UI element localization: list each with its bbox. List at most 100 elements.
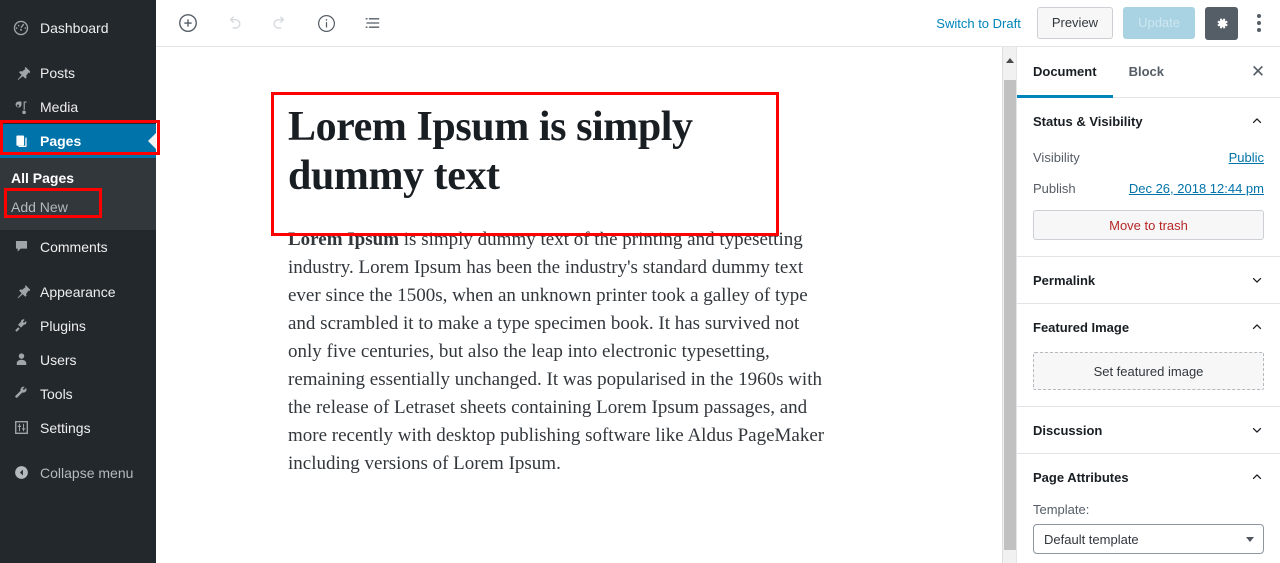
chevron-down-icon <box>1246 537 1254 542</box>
collapse-icon <box>11 463 31 483</box>
panel-header-discussion[interactable]: Discussion <box>1017 407 1280 453</box>
menu-spacer-2 <box>0 264 156 275</box>
panel-body-featured-image: Set featured image <box>1017 350 1280 406</box>
sidebar-item-appearance[interactable]: Appearance <box>0 275 156 309</box>
post-paragraph-block[interactable]: Lorem Ipsum is simply dummy text of the … <box>272 212 852 478</box>
content-info-button[interactable] <box>308 5 344 41</box>
visibility-label: Visibility <box>1033 150 1080 165</box>
panel-title: Permalink <box>1033 272 1096 288</box>
chevron-up-icon <box>1250 114 1264 128</box>
sidebar-item-users[interactable]: Users <box>0 343 156 377</box>
sidebar-item-tools[interactable]: Tools <box>0 377 156 411</box>
pages-submenu: All Pages Add New <box>0 158 156 230</box>
sidebar-item-pages[interactable]: Pages <box>0 124 156 158</box>
editor-body: Lorem Ipsum is simply dummy text Lorem I… <box>156 47 1280 563</box>
panel-body-page-attributes: Template: Default template <box>1017 500 1280 563</box>
sidebar-item-label: Plugins <box>40 317 86 334</box>
dashboard-icon <box>11 18 31 38</box>
menu-spacer-3 <box>0 445 156 456</box>
settings-sidebar: Document Block ✕ Status & Visibility Vis… <box>1016 47 1280 563</box>
gear-icon[interactable] <box>1205 6 1238 40</box>
sidebar-item-label: Settings <box>40 419 91 436</box>
panel-title: Discussion <box>1033 422 1103 438</box>
switch-to-draft-link[interactable]: Switch to Draft <box>930 16 1027 31</box>
panel-permalink: Permalink <box>1017 257 1280 304</box>
dot-3 <box>1257 28 1261 32</box>
menu-spacer-1 <box>0 45 156 56</box>
panel-header-page-attributes[interactable]: Page Attributes <box>1017 454 1280 500</box>
panel-body-status-visibility: Visibility Public Publish Dec 26, 2018 1… <box>1017 144 1280 256</box>
tab-block[interactable]: Block <box>1113 47 1180 98</box>
panel-status-visibility: Status & Visibility Visibility Public Pu… <box>1017 98 1280 257</box>
tab-document[interactable]: Document <box>1017 47 1113 98</box>
sidebar-item-label: Appearance <box>40 283 116 300</box>
media-icon <box>11 97 31 117</box>
scrollbar-thumb[interactable] <box>1004 80 1016 550</box>
sidebar-item-dashboard[interactable]: Dashboard <box>0 11 156 45</box>
sidebar-item-media[interactable]: Media <box>0 90 156 124</box>
publish-date-link[interactable]: Dec 26, 2018 12:44 pm <box>1129 181 1264 196</box>
move-to-trash-button[interactable]: Move to trash <box>1033 210 1264 240</box>
submenu-item-add-new[interactable]: Add New <box>0 193 156 222</box>
sidebar-item-collapse-menu[interactable]: Collapse menu <box>0 456 156 490</box>
block-navigation-button[interactable] <box>354 5 390 41</box>
row-visibility: Visibility Public <box>1033 144 1264 175</box>
comments-icon <box>11 237 31 257</box>
update-button[interactable]: Update <box>1123 7 1195 39</box>
chevron-up-icon <box>1250 320 1264 334</box>
plugins-icon <box>11 316 31 336</box>
content-scrollbar[interactable] <box>1002 47 1016 563</box>
template-select[interactable]: Default template <box>1033 524 1264 554</box>
sidebar-item-label: Tools <box>40 385 73 402</box>
sidebar-item-label: Dashboard <box>40 20 109 36</box>
post-inner: Lorem Ipsum is simply dummy text Lorem I… <box>272 93 852 478</box>
sidebar-item-label: Collapse menu <box>40 464 134 481</box>
appearance-icon <box>11 282 31 302</box>
sidebar-item-settings[interactable]: Settings <box>0 411 156 445</box>
chevron-up-icon <box>1250 470 1264 484</box>
sidebar-item-posts[interactable]: Posts <box>0 56 156 90</box>
panel-page-attributes: Page Attributes Template: Default templa… <box>1017 454 1280 563</box>
submenu-item-all-pages[interactable]: All Pages <box>0 164 156 193</box>
add-block-button[interactable] <box>170 5 206 41</box>
sidebar-item-comments[interactable]: Comments <box>0 230 156 264</box>
panel-discussion: Discussion <box>1017 407 1280 454</box>
scroll-up-arrow-icon[interactable] <box>1003 47 1016 74</box>
sidebar-item-label: Media <box>40 99 79 115</box>
chevron-down-icon <box>1250 273 1264 287</box>
dot-2 <box>1257 21 1261 25</box>
triangle-up-icon <box>1005 58 1014 63</box>
dot-1 <box>1257 14 1261 18</box>
template-label: Template: <box>1033 502 1090 517</box>
admin-sidebar: Dashboard Posts Media Pages All Pages Ad… <box>0 0 156 563</box>
sidebar-item-plugins[interactable]: Plugins <box>0 309 156 343</box>
pages-icon <box>11 131 31 151</box>
current-menu-pointer <box>148 133 156 149</box>
close-icon[interactable]: ✕ <box>1236 47 1280 97</box>
set-featured-image-button[interactable]: Set featured image <box>1033 352 1264 390</box>
panel-header-featured-image[interactable]: Featured Image <box>1017 304 1280 350</box>
panel-header-status-visibility[interactable]: Status & Visibility <box>1017 98 1280 144</box>
editor-toolbar: Switch to Draft Preview Update <box>156 0 1280 47</box>
row-publish: Publish Dec 26, 2018 12:44 pm <box>1033 175 1264 206</box>
undo-button[interactable] <box>216 5 252 41</box>
chevron-down-icon <box>1250 423 1264 437</box>
preview-button[interactable]: Preview <box>1036 7 1114 39</box>
redo-button[interactable] <box>262 5 298 41</box>
panel-title: Page Attributes <box>1033 469 1129 485</box>
post-area: Lorem Ipsum is simply dummy text Lorem I… <box>156 47 1002 478</box>
pin-icon <box>11 63 31 83</box>
editor-main: Switch to Draft Preview Update Lorem Ips… <box>156 0 1280 563</box>
publish-label: Publish <box>1033 181 1076 196</box>
post-content-area: Lorem Ipsum is simply dummy text Lorem I… <box>156 47 1002 563</box>
menu-top-spacer <box>0 0 156 11</box>
sidebar-item-label: Pages <box>40 133 82 149</box>
visibility-value-link[interactable]: Public <box>1229 150 1264 165</box>
post-title-field[interactable]: Lorem Ipsum is simply dummy text <box>272 93 852 212</box>
sidebar-item-label: Users <box>40 351 77 368</box>
panel-header-permalink[interactable]: Permalink <box>1017 257 1280 303</box>
more-options-icon[interactable] <box>1248 7 1270 40</box>
toolbar-left-group <box>170 5 390 41</box>
settings-icon <box>11 418 31 438</box>
tools-icon <box>11 384 31 404</box>
